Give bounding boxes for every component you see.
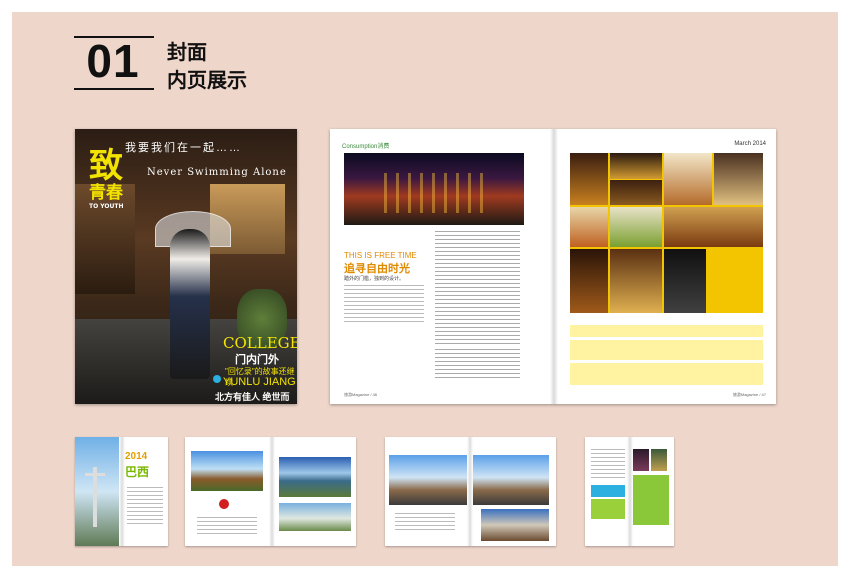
cover-yunlu: YUNLU JIANG [223, 376, 296, 388]
spread-note-3 [570, 363, 763, 385]
presentation-board: 01 封面 内页展示 我要我们在一起…… 致 青春 TO YOUTH Never… [12, 12, 838, 566]
number-bottom-rule [74, 88, 154, 90]
spread-note-1 [570, 325, 763, 337]
heading-line-2: 内页展示 [167, 68, 247, 92]
cover-college-cn: 门内门外 [235, 354, 279, 366]
spread-night-street-photo [344, 153, 524, 225]
magazine-spread-large: Consumption消费 March 2014 THIS IS FREE TI… [330, 129, 776, 404]
cover-title-big: 致 [89, 146, 123, 186]
thumb-title: 巴西 [125, 465, 150, 479]
spread-thumb-town [385, 437, 556, 546]
spread-footer-right: 旅游Magazine / 47 [732, 392, 766, 397]
section-heading: 封面 内页展示 [167, 38, 247, 94]
cover-title-en: TO YOUTH [89, 203, 124, 210]
heading-line-1: 封面 [167, 40, 207, 64]
cover-college: COLLEGE [223, 334, 297, 352]
cover-model [170, 229, 210, 379]
cover-title-small: 青春 [89, 183, 123, 203]
spread-thumb-brazil: 2014 巴西 [75, 437, 168, 546]
cover-north-line: 北方有佳人 绝世而独立 [215, 392, 290, 402]
spread-brand: Consumption消费 [342, 144, 390, 150]
spread-kicker: THIS IS FREE TIME [344, 251, 417, 260]
spread-text-lines [344, 285, 424, 325]
section-number: 01 [86, 35, 140, 87]
spread-thumb-green [585, 437, 674, 546]
spread-subline: 踏外的门槛，独到的设计。 [344, 276, 405, 282]
spread-note-2 [570, 340, 763, 360]
cover-slogan: 我要我们在一起…… [125, 142, 242, 154]
spread-thumb-landscape [185, 437, 356, 546]
spread-food-collage [570, 153, 763, 313]
spread-column-1b [435, 349, 520, 379]
cover-title: 致 青春 TO YOUTH [89, 149, 135, 210]
spread-month: March 2014 [734, 141, 766, 147]
magazine-cover-image: 我要我们在一起…… 致 青春 TO YOUTH Never Swimming A… [75, 129, 297, 404]
spread-gutter [550, 129, 558, 404]
thumb-year: 2014 [125, 451, 148, 462]
spread-headline: 追寻自由时光 [344, 262, 410, 275]
spread-column-1 [435, 231, 520, 346]
cover-badge-dot [213, 375, 221, 383]
cover-subtitle: Never Swimming Alone [147, 167, 287, 178]
spread-footer-left: 旅游Magazine / 46 [344, 392, 378, 397]
